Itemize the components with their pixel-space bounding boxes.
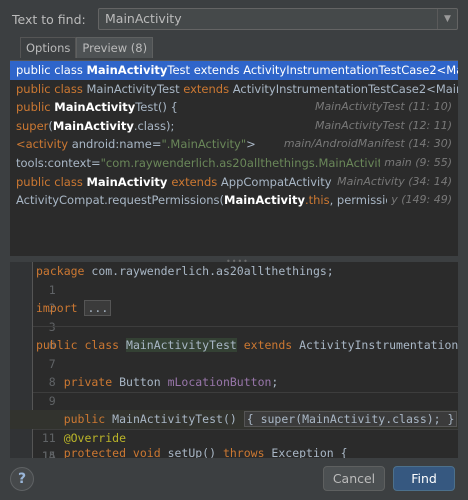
code-line: 16 protected void setUp() throws Excepti… xyxy=(36,446,348,458)
code-line: 2 xyxy=(48,301,56,315)
result-row[interactable]: public MainActivityTest() { MainActivity… xyxy=(10,98,458,117)
result-row[interactable]: super(MainActivity.class); MainActivityT… xyxy=(10,116,458,136)
result-row[interactable]: tools:context="com.raywenderlich.as20all… xyxy=(10,153,458,173)
result-row[interactable]: public class MainActivity extends AppCom… xyxy=(10,172,458,192)
result-location: main/AndroidManifest (14: 30) xyxy=(279,135,452,154)
method-separator xyxy=(33,391,458,393)
code-line: 8 xyxy=(48,375,56,389)
code-line-current: 11 public MainActivityTest() { super(Mai… xyxy=(10,410,458,445)
tab-bar: Options Preview (8) xyxy=(20,37,154,58)
folded-imports[interactable]: ... xyxy=(84,300,112,316)
code-line: 1 package com.raywenderlich.as20allthethi… xyxy=(36,264,334,297)
result-location: main (9: 55) xyxy=(380,153,452,173)
find-button[interactable]: Find xyxy=(393,466,455,491)
folded-constructor[interactable]: { super(MainActivity.class); } xyxy=(243,411,458,427)
help-button[interactable]: ? xyxy=(10,467,34,491)
result-location: MainActivityTest (12: 11) xyxy=(310,116,452,136)
result-row[interactable]: public class MainActivityTest extends Ac… xyxy=(10,80,458,99)
cancel-button[interactable]: Cancel xyxy=(323,466,385,491)
result-row[interactable]: public class MainActivityTest extends Ac… xyxy=(10,61,458,80)
tab-options[interactable]: Options xyxy=(20,37,77,58)
results-list: public class MainActivityTest extends Ac… xyxy=(10,60,458,256)
find-row: Text to find: MainActivity ▼ xyxy=(12,8,458,30)
method-separator xyxy=(33,326,458,327)
result-row[interactable]: <activity android:name=".MainActivity"> … xyxy=(10,135,458,154)
code-preview[interactable]: 1 package com.raywenderlich.as20allthethi… xyxy=(10,262,458,458)
code-line: 7 public class MainActivityTest extends A… xyxy=(36,338,458,371)
tab-preview[interactable]: Preview (8) xyxy=(76,37,154,58)
result-location: MainActivityTest (11: 10) xyxy=(310,98,452,117)
code-line: 9 private Button mLocationButton; xyxy=(36,375,279,408)
find-input[interactable]: MainActivity xyxy=(99,9,437,29)
result-location: y (149: 49) xyxy=(387,191,452,210)
find-combobox[interactable]: MainActivity ▼ xyxy=(98,8,458,30)
chevron-down-icon[interactable]: ▼ xyxy=(437,9,457,29)
result-row[interactable]: ActivityCompat.requestPermissions(MainAc… xyxy=(10,191,458,210)
code-line: 10 xyxy=(10,392,458,426)
result-location: MainActivity (34: 14) xyxy=(333,172,452,192)
code-line: 3import ... xyxy=(10,299,458,334)
find-label: Text to find: xyxy=(12,11,86,27)
